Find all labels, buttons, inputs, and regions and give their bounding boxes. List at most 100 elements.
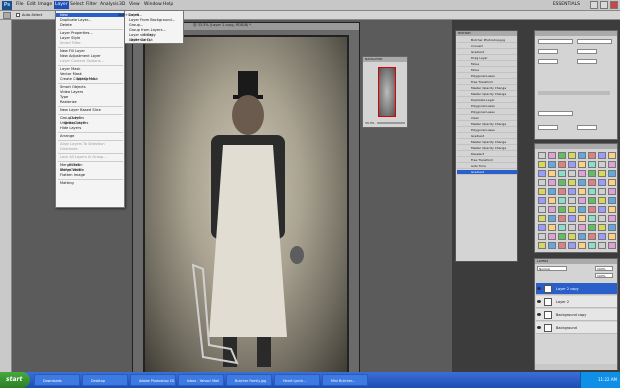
style-swatch[interactable] — [588, 242, 596, 249]
layer-menu-item[interactable]: New Adjustment Layer — [60, 54, 101, 58]
style-swatch[interactable] — [598, 179, 606, 186]
style-swatch[interactable] — [558, 215, 566, 222]
menu-layer[interactable]: Layer — [54, 1, 69, 9]
layer-menu-item[interactable]: Video Layers — [60, 90, 83, 94]
style-swatch[interactable] — [598, 170, 606, 177]
font-family-select[interactable] — [538, 39, 573, 44]
style-swatch[interactable] — [538, 197, 546, 204]
layer-menu-item[interactable]: Rasterize — [60, 100, 77, 104]
style-swatch[interactable] — [578, 188, 586, 195]
layer-menu-item[interactable]: Layer Properties... — [60, 31, 93, 35]
indent-field[interactable] — [538, 125, 558, 130]
eye-icon[interactable] — [537, 326, 541, 329]
menu-filter[interactable]: Filter — [86, 2, 97, 7]
style-swatch[interactable] — [568, 215, 576, 222]
menu-edit[interactable]: Edit — [27, 2, 36, 7]
start-button[interactable]: start — [0, 372, 30, 388]
style-swatch[interactable] — [578, 215, 586, 222]
style-swatch[interactable] — [608, 233, 616, 240]
eye-icon[interactable] — [537, 313, 541, 316]
history-row[interactable]: Move — [457, 62, 517, 67]
layer-row[interactable]: Layer 2 copy — [536, 283, 617, 295]
style-swatch[interactable] — [538, 188, 546, 195]
style-swatch[interactable] — [548, 215, 556, 222]
taskbar-button[interactable]: Butcher Family.jpg — [226, 374, 272, 386]
eye-icon[interactable] — [537, 300, 541, 303]
style-swatch[interactable] — [548, 197, 556, 204]
history-row[interactable]: Clear — [457, 116, 517, 121]
menu-file[interactable]: File — [16, 2, 24, 7]
style-swatch[interactable] — [608, 206, 616, 213]
style-swatch[interactable] — [568, 206, 576, 213]
kerning-field[interactable] — [538, 59, 558, 64]
style-swatch[interactable] — [608, 152, 616, 159]
history-row[interactable]: Free Transform — [457, 158, 517, 163]
style-swatch[interactable] — [578, 179, 586, 186]
style-swatch[interactable] — [548, 152, 556, 159]
history-row[interactable]: Convert — [457, 44, 517, 49]
history-row[interactable]: Gradient — [457, 134, 517, 139]
navigator-zoom[interactable]: 33.3% — [365, 121, 375, 125]
layer-menu-item[interactable]: New Layer Based Slice — [60, 108, 101, 112]
style-swatch[interactable] — [548, 188, 556, 195]
style-swatch[interactable] — [538, 152, 546, 159]
style-swatch[interactable] — [558, 233, 566, 240]
style-swatch[interactable] — [558, 197, 566, 204]
style-swatch[interactable] — [558, 161, 566, 168]
style-swatch[interactable] — [568, 152, 576, 159]
style-swatch[interactable] — [568, 197, 576, 204]
style-swatch[interactable] — [568, 170, 576, 177]
navigator-thumbnail[interactable] — [378, 67, 396, 117]
history-row[interactable]: Polygonal Lasso — [457, 104, 517, 109]
canvas-image[interactable] — [143, 35, 349, 375]
layer-menu-item[interactable]: New — [56, 13, 124, 17]
style-swatch[interactable] — [598, 161, 606, 168]
style-swatch[interactable] — [548, 224, 556, 231]
style-swatch[interactable] — [538, 233, 546, 240]
new-submenu-item[interactable]: Layer... Shift+Ctrl+N — [118, 13, 142, 17]
style-swatch[interactable] — [568, 224, 576, 231]
menu-help[interactable]: Help — [163, 2, 173, 7]
style-swatch[interactable] — [608, 188, 616, 195]
style-swatch[interactable] — [538, 215, 546, 222]
eye-icon[interactable] — [537, 287, 541, 290]
menu-image[interactable]: Image — [38, 2, 52, 7]
style-swatch[interactable] — [588, 215, 596, 222]
history-row[interactable]: Master Opacity Change — [457, 146, 517, 151]
style-swatch[interactable] — [578, 152, 586, 159]
zoom-slider[interactable] — [377, 122, 405, 124]
new-submenu-item[interactable]: Layer From Background... — [129, 18, 175, 22]
style-swatch[interactable] — [598, 152, 606, 159]
style-swatch[interactable] — [588, 197, 596, 204]
layer-menu-item[interactable]: Flatten Image — [60, 173, 85, 177]
new-submenu-item[interactable]: Layer via Copy Ctrl+J — [129, 33, 156, 37]
layer-menu-item[interactable]: Duplicate Layer... — [60, 18, 91, 22]
style-swatch[interactable] — [588, 152, 596, 159]
style-swatch[interactable] — [538, 179, 546, 186]
layer-menu-item[interactable]: Type — [60, 95, 68, 99]
style-swatch[interactable] — [578, 170, 586, 177]
maximize-icon[interactable] — [600, 1, 608, 9]
history-row[interactable]: Butcher Photoshop.jpg — [457, 38, 517, 43]
style-swatch[interactable] — [588, 233, 596, 240]
style-swatch[interactable] — [538, 206, 546, 213]
history-row[interactable]: Polygonal Lasso — [457, 128, 517, 133]
history-row[interactable]: Polygonal Lasso — [457, 74, 517, 79]
layer-menu-item[interactable]: Ungroup Layers Shift+Ctrl+G — [60, 121, 88, 125]
style-swatch[interactable] — [598, 197, 606, 204]
style-swatch[interactable] — [548, 206, 556, 213]
history-row[interactable]: Master Opacity Change — [457, 122, 517, 127]
style-swatch[interactable] — [548, 242, 556, 249]
blend-mode-select[interactable]: Normal — [537, 266, 567, 271]
style-swatch[interactable] — [588, 206, 596, 213]
layer-menu-item[interactable]: Smart Objects — [60, 85, 86, 89]
style-swatch[interactable] — [568, 188, 576, 195]
font-size-field[interactable] — [538, 49, 558, 54]
style-swatch[interactable] — [578, 242, 586, 249]
style-swatch[interactable] — [558, 206, 566, 213]
opacity-field[interactable]: 100% — [595, 266, 613, 271]
style-swatch[interactable] — [538, 242, 546, 249]
style-swatch[interactable] — [538, 224, 546, 231]
close-icon[interactable] — [610, 1, 618, 9]
style-swatch[interactable] — [578, 224, 586, 231]
